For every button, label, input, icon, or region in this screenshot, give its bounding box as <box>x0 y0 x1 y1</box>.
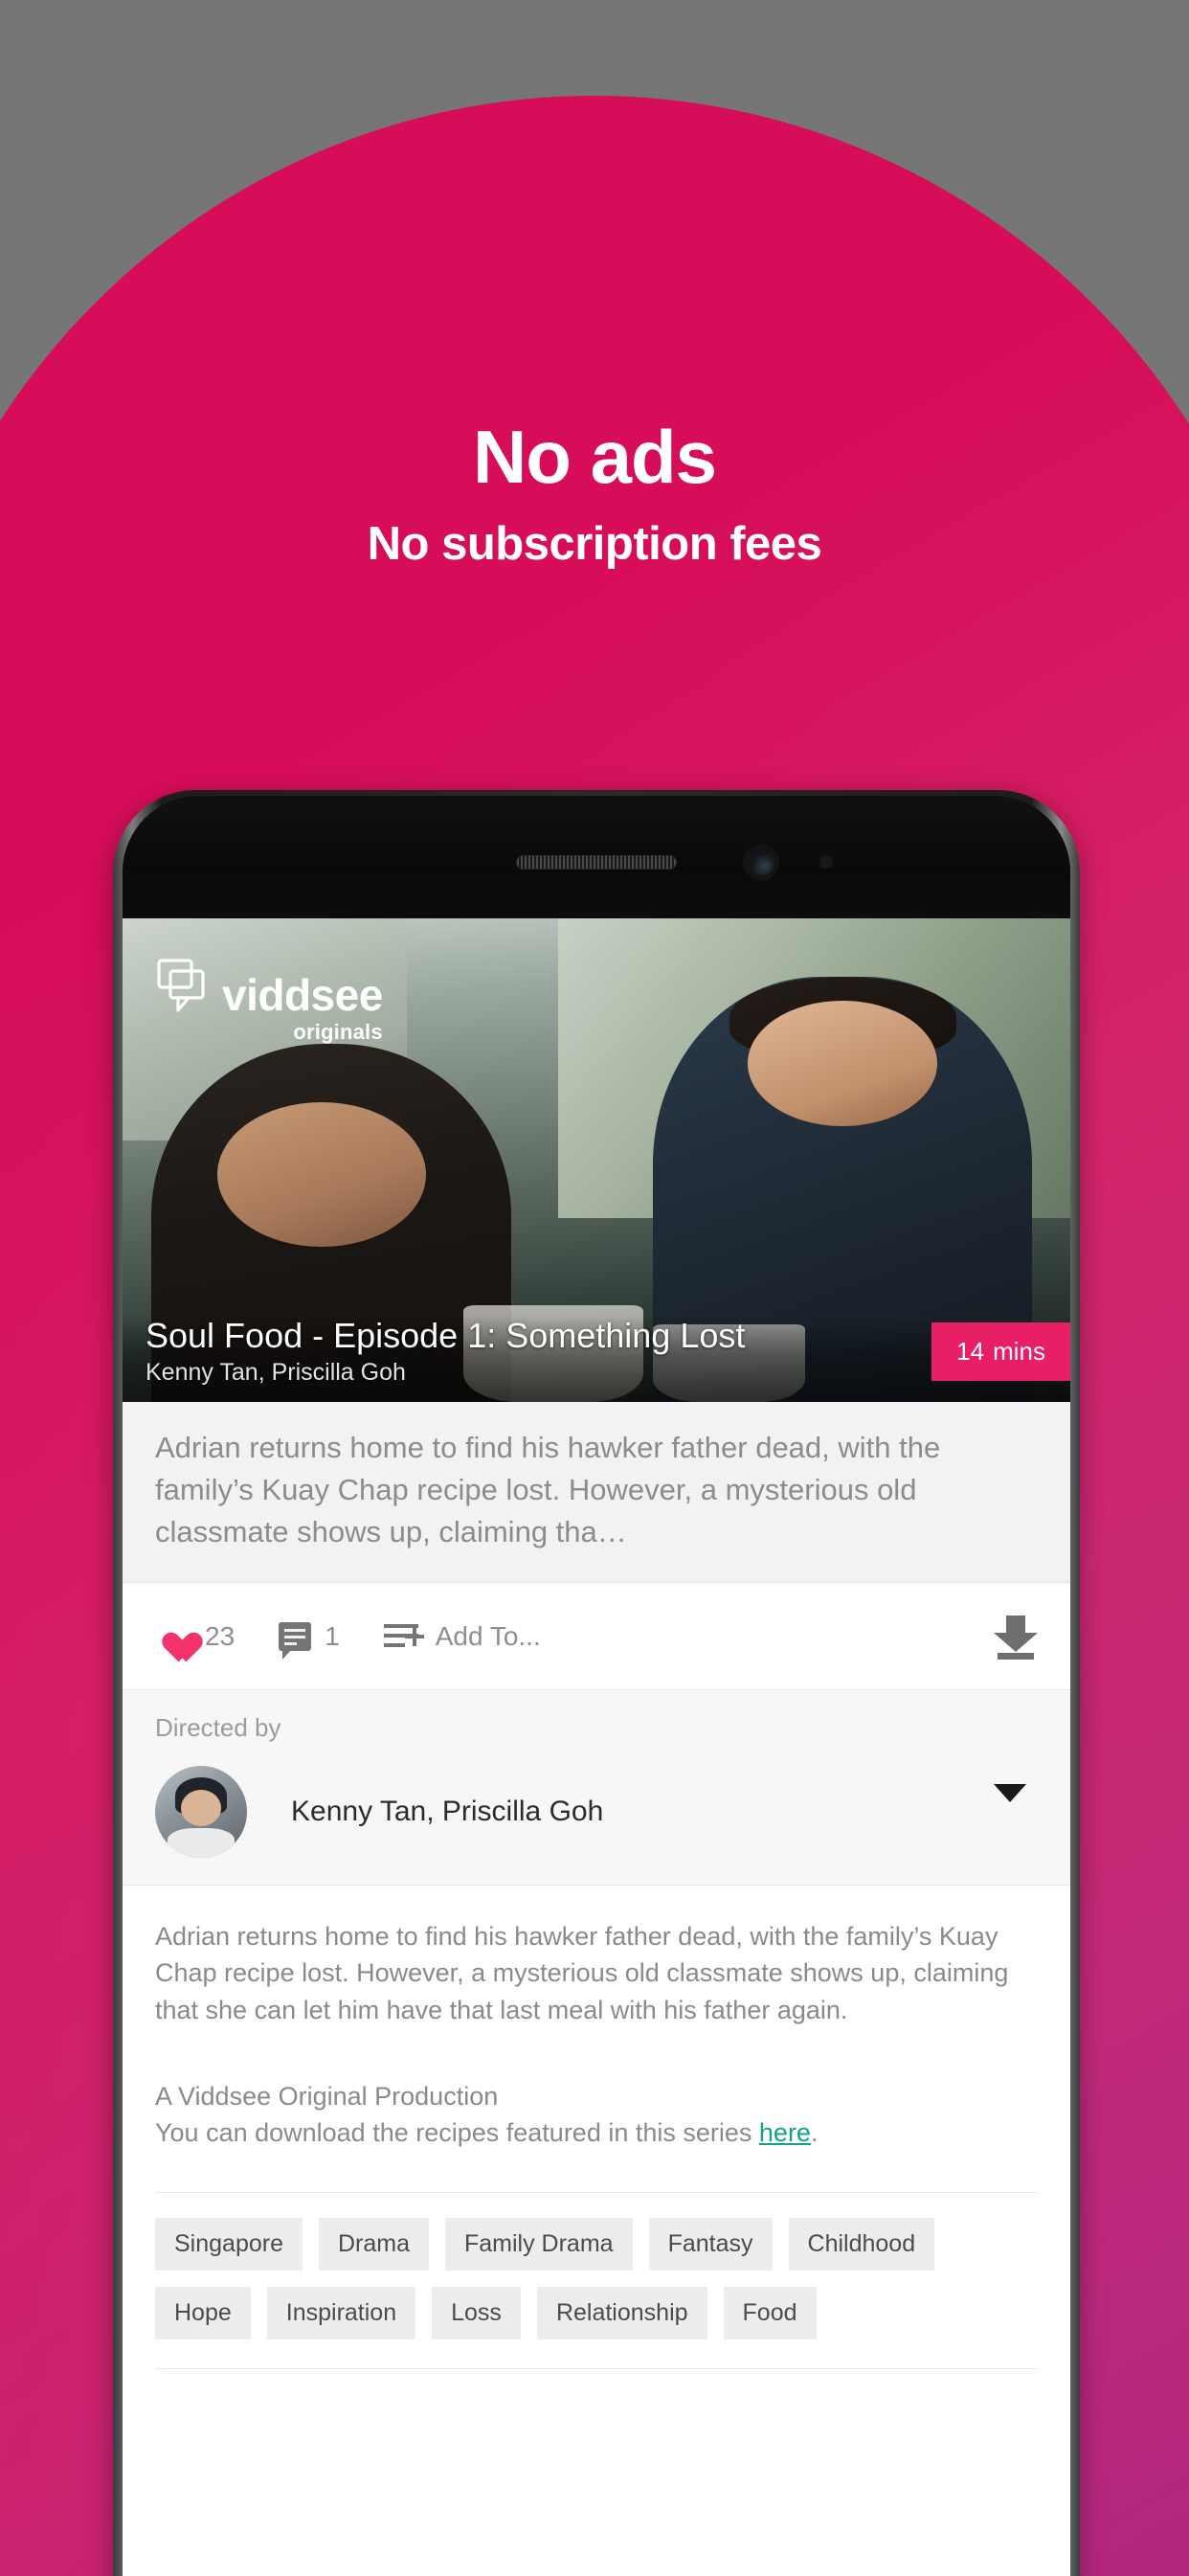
divider-below-tags <box>155 2367 1038 2369</box>
director-name: Kenny Tan, Priscilla Goh <box>291 1796 604 1828</box>
promo-subheadline: No subscription fees <box>367 518 822 570</box>
like-count: 23 <box>205 1620 236 1651</box>
viddsee-originals-logo: viddsee originals <box>157 955 383 1045</box>
tag-chip[interactable]: Hope <box>155 2286 251 2339</box>
scene-person-left-face <box>217 1101 426 1248</box>
tag-chip[interactable]: Fantasy <box>648 2217 773 2271</box>
tag-chip[interactable]: Childhood <box>788 2217 935 2271</box>
tag-list: Singapore Drama Family Drama Fantasy Chi… <box>123 2193 1070 2339</box>
chevron-down-icon[interactable] <box>994 1783 1026 1802</box>
recipes-suffix: . <box>810 2118 819 2148</box>
description-section: Adrian returns home to find his hawker f… <box>123 1886 1070 2152</box>
avatar <box>155 1766 247 1859</box>
phone-top-bezel <box>123 796 1070 918</box>
scene-person-right-face <box>748 1000 938 1127</box>
download-icon[interactable] <box>994 1614 1038 1660</box>
production-credit: A Viddsee Original Production You can do… <box>155 2078 1038 2152</box>
recipes-link[interactable]: here <box>759 2118 811 2147</box>
video-player[interactable]: viddsee originals Soul Food - Episode 1:… <box>123 918 1070 1402</box>
promo-headline-block: No ads No subscription fees <box>0 419 1189 568</box>
video-action-bar: 23 1 Add To... <box>123 1583 1070 1691</box>
playlist-add-icon <box>383 1622 424 1651</box>
comment-button[interactable]: 1 <box>279 1620 340 1660</box>
tag-chip[interactable]: Family Drama <box>445 2217 633 2271</box>
directed-by-section[interactable]: Directed by Kenny Tan, Priscilla Goh <box>123 1690 1070 1887</box>
logo-subtext: originals <box>293 1020 383 1045</box>
video-duration-badge: 14 mins <box>931 1322 1070 1381</box>
tag-chip[interactable]: Inspiration <box>266 2286 416 2339</box>
speech-bubble-icon <box>157 959 213 1014</box>
recipes-prefix: You can download the recipes featured in… <box>155 2118 759 2148</box>
tag-chip[interactable]: Singapore <box>155 2217 303 2271</box>
heart-icon <box>155 1620 191 1653</box>
production-line: A Viddsee Original Production <box>155 2082 499 2112</box>
tag-chip[interactable]: Drama <box>318 2217 429 2271</box>
video-meta-overlay: Soul Food - Episode 1: Something Lost Ke… <box>123 1315 1070 1402</box>
video-teaser-text: Adrian returns home to find his hawker f… <box>155 1431 941 1549</box>
duration-unit: mins <box>993 1337 1045 1366</box>
tag-chip[interactable]: Relationship <box>536 2286 707 2339</box>
proximity-sensor-icon <box>819 855 833 869</box>
phone-mockup: viddsee originals Soul Food - Episode 1:… <box>113 790 1080 2576</box>
logo-text: viddsee originals <box>222 970 383 1045</box>
description-paragraph: Adrian returns home to find his hawker f… <box>155 1922 1009 2024</box>
promo-headline: No ads <box>472 415 717 499</box>
comment-icon <box>279 1621 312 1660</box>
tag-chip[interactable]: Food <box>723 2286 817 2339</box>
tag-chip[interactable]: Loss <box>432 2286 521 2339</box>
earpiece-speaker-icon <box>516 855 677 870</box>
duration-value: 14 <box>956 1337 985 1366</box>
phone-body: viddsee originals Soul Food - Episode 1:… <box>123 796 1070 2576</box>
add-to-label: Add To... <box>435 1620 541 1651</box>
comment-count: 1 <box>325 1620 340 1651</box>
logo-wordmark: viddsee <box>222 970 383 1020</box>
add-to-playlist-button[interactable]: Add To... <box>383 1620 541 1652</box>
like-button[interactable]: 23 <box>155 1620 235 1653</box>
phone-screen: viddsee originals Soul Food - Episode 1:… <box>123 918 1070 2576</box>
directed-by-label: Directed by <box>155 1713 281 1743</box>
director-row[interactable]: Kenny Tan, Priscilla Goh <box>155 1766 1038 1859</box>
front-camera-icon <box>748 849 775 876</box>
video-teaser-section[interactable]: Adrian returns home to find his hawker f… <box>123 1402 1070 1584</box>
